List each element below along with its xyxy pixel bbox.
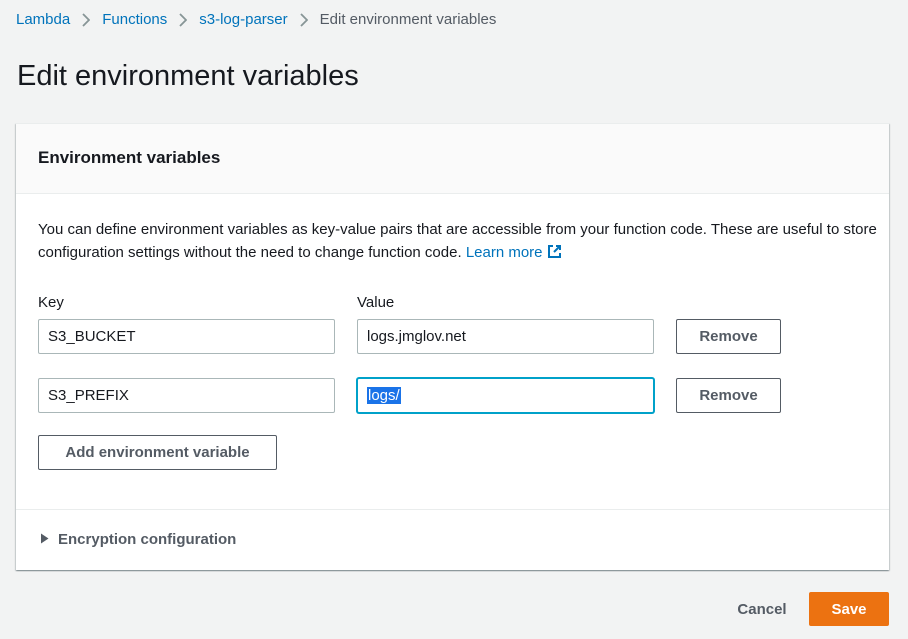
- encryption-configuration-expander[interactable]: Encryption configuration: [40, 531, 236, 548]
- panel-title: Environment variables: [38, 148, 221, 167]
- page-title: Edit environment variables: [17, 60, 359, 92]
- breadcrumb-function-name[interactable]: s3-log-parser: [199, 11, 287, 28]
- breadcrumb-current: Edit environment variables: [319, 11, 497, 28]
- chevron-right-icon: [179, 12, 188, 27]
- value-input-2[interactable]: logs/: [357, 378, 654, 413]
- breadcrumb: Lambda Functions s3-log-parser Edit envi…: [16, 11, 496, 28]
- remove-button-2[interactable]: Remove: [676, 378, 781, 413]
- panel-description: You can define environment variables as …: [38, 218, 878, 266]
- selected-value-text: logs/: [367, 387, 401, 404]
- key-column-label: Key: [38, 294, 64, 311]
- chevron-right-icon: [82, 12, 91, 27]
- environment-variables-panel: Environment variables You can define env…: [16, 123, 889, 570]
- breadcrumb-lambda[interactable]: Lambda: [16, 11, 70, 28]
- key-input-1[interactable]: S3_BUCKET: [38, 319, 335, 354]
- value-input-1[interactable]: logs.jmglov.net: [357, 319, 654, 354]
- learn-more-label[interactable]: Learn more: [466, 244, 543, 261]
- key-input-2[interactable]: S3_PREFIX: [38, 378, 335, 413]
- value-column-label: Value: [357, 294, 395, 311]
- learn-more-link[interactable]: Learn more: [466, 244, 562, 261]
- panel-divider: [16, 509, 889, 510]
- remove-button-1[interactable]: Remove: [676, 319, 781, 354]
- add-environment-variable-button[interactable]: Add environment variable: [38, 435, 277, 470]
- caret-right-icon: [40, 531, 49, 548]
- breadcrumb-functions[interactable]: Functions: [102, 11, 167, 28]
- chevron-right-icon: [300, 12, 308, 27]
- save-button[interactable]: Save: [809, 592, 889, 626]
- encryption-configuration-label: Encryption configuration: [58, 531, 237, 548]
- cancel-button[interactable]: Cancel: [728, 593, 796, 626]
- panel-header: Environment variables: [16, 124, 889, 194]
- external-link-icon: [547, 243, 562, 266]
- description-text: You can define environment variables as …: [38, 221, 877, 261]
